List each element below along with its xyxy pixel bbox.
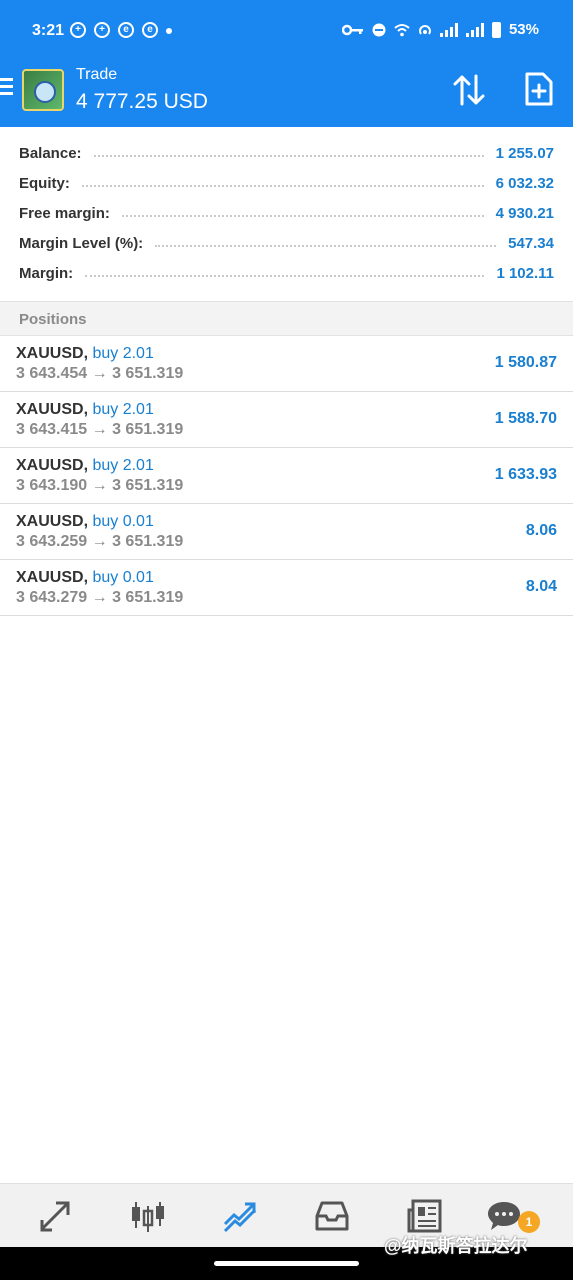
position-type: buy 2.01 — [92, 345, 154, 362]
summary-label: Margin: — [19, 264, 74, 282]
summary-value: 1 102.11 — [496, 264, 554, 282]
history-icon[interactable] — [314, 1198, 350, 1234]
sort-icon[interactable] — [452, 74, 486, 106]
hotspot-icon — [418, 24, 431, 35]
app-header: 3:21 + + e e 53% Trade 4 777.25 USD — [0, 0, 573, 127]
position-row[interactable]: XAUUSD, buy 0.01 3 643.259 → 3 651.319 8… — [0, 504, 573, 560]
summary-label: Equity: — [19, 174, 70, 192]
chart-icon[interactable] — [130, 1198, 166, 1234]
dot-leader — [121, 215, 484, 217]
system-status: 53% — [341, 21, 539, 38]
key-icon — [341, 24, 363, 35]
summary-value: 1 255.07 — [495, 144, 554, 162]
home-indicator[interactable] — [214, 1261, 359, 1266]
position-symbol-line: XAUUSD, buy 2.01 — [16, 401, 154, 419]
summary-label: Margin Level (%): — [19, 234, 144, 252]
account-summary: Balance: 1 255.07 Equity: 6 032.32 Free … — [0, 127, 573, 302]
status-time: 3:21 — [32, 22, 65, 39]
dot-leader — [81, 185, 484, 187]
battery-level: 53% — [508, 21, 539, 38]
position-symbol: XAUUSD, — [16, 513, 89, 530]
positions-list: XAUUSD, buy 2.01 3 643.454 → 3 651.319 1… — [0, 336, 573, 616]
position-prices: 3 643.190 → 3 651.319 — [16, 477, 184, 494]
position-profit: 8.06 — [525, 522, 557, 539]
page-title: Trade — [76, 66, 118, 83]
dot-leader — [93, 155, 484, 157]
position-row[interactable]: XAUUSD, buy 2.01 3 643.190 → 3 651.319 1… — [0, 448, 573, 504]
position-symbol-line: XAUUSD, buy 0.01 — [16, 513, 154, 531]
position-symbol-line: XAUUSD, buy 0.01 — [16, 569, 154, 587]
new-order-icon[interactable] — [525, 72, 553, 106]
dnd-icon — [372, 23, 386, 36]
summary-row-equity: Equity: 6 032.32 — [19, 168, 554, 198]
position-type: buy 0.01 — [92, 569, 154, 586]
position-type: buy 2.01 — [92, 457, 154, 474]
summary-label: Free margin: — [19, 204, 110, 222]
menu-icon[interactable] — [0, 78, 14, 100]
position-profit: 1 633.93 — [494, 466, 557, 483]
summary-row-margin-level: Margin Level (%): 547.34 — [19, 228, 554, 258]
position-profit: 1 580.87 — [494, 354, 557, 371]
messages-icon[interactable] — [486, 1198, 522, 1234]
notification-icons: + + e e — [70, 22, 172, 38]
position-type: buy 2.01 — [92, 401, 154, 418]
position-prices: 3 643.454 → 3 651.319 — [16, 365, 184, 382]
position-symbol-line: XAUUSD, buy 2.01 — [16, 345, 154, 363]
summary-label: Balance: — [19, 144, 82, 162]
position-row[interactable]: XAUUSD, buy 2.01 3 643.454 → 3 651.319 1… — [0, 336, 573, 392]
dot-leader — [155, 245, 497, 247]
position-profit: 1 588.70 — [494, 410, 557, 427]
summary-value: 6 032.32 — [495, 174, 554, 192]
summary-value: 4 930.21 — [495, 204, 554, 222]
summary-row-free-margin: Free margin: 4 930.21 — [19, 198, 554, 228]
position-symbol: XAUUSD, — [16, 345, 89, 362]
position-profit: 8.04 — [525, 578, 557, 595]
watermark: @纳瓦斯答拉达尔 — [384, 1236, 528, 1256]
position-symbol-line: XAUUSD, buy 2.01 — [16, 457, 154, 475]
section-title: Positions — [19, 311, 87, 328]
summary-row-margin: Margin: 1 102.11 — [19, 258, 554, 288]
notification-icon: e — [142, 22, 158, 38]
dot-leader — [85, 275, 485, 277]
position-prices: 3 643.415 → 3 651.319 — [16, 421, 184, 438]
signal-icon — [439, 22, 458, 37]
account-amount: 4 777.25 USD — [76, 90, 208, 113]
notification-icon: e — [118, 22, 134, 38]
app-logo — [22, 69, 64, 111]
news-icon[interactable] — [407, 1198, 443, 1234]
positions-section-header: Positions — [0, 301, 573, 336]
wifi-icon — [394, 23, 410, 36]
battery-icon — [491, 21, 501, 38]
summary-value: 547.34 — [508, 234, 554, 252]
messages-badge: 1 — [518, 1211, 540, 1233]
summary-row-balance: Balance: 1 255.07 — [19, 138, 554, 168]
notification-icon: + — [94, 22, 110, 38]
position-prices: 3 643.259 → 3 651.319 — [16, 533, 184, 550]
position-row[interactable]: XAUUSD, buy 0.01 3 643.279 → 3 651.319 8… — [0, 560, 573, 616]
position-symbol: XAUUSD, — [16, 401, 89, 418]
notification-icon: + — [70, 22, 86, 38]
position-row[interactable]: XAUUSD, buy 2.01 3 643.415 → 3 651.319 1… — [0, 392, 573, 448]
quotes-icon[interactable] — [38, 1198, 74, 1234]
trade-icon[interactable] — [222, 1198, 258, 1234]
position-symbol: XAUUSD, — [16, 569, 89, 586]
status-bar: 3:21 + + e e 53% — [0, 0, 573, 64]
position-symbol: XAUUSD, — [16, 457, 89, 474]
more-notifications-icon — [166, 28, 172, 34]
signal-icon — [465, 22, 484, 37]
position-prices: 3 643.279 → 3 651.319 — [16, 589, 184, 606]
position-type: buy 0.01 — [92, 513, 154, 530]
